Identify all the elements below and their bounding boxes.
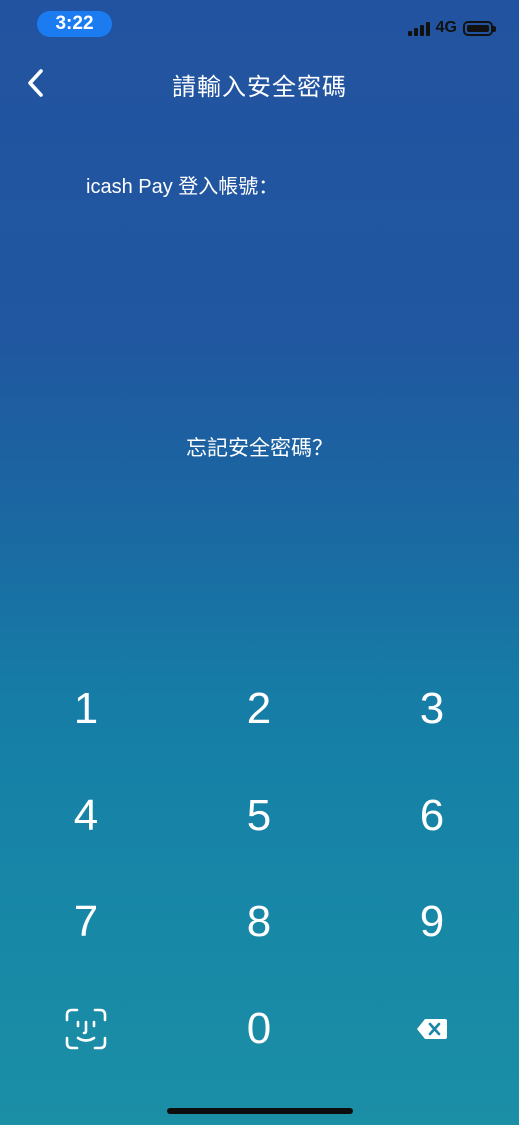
key-3[interactable]: 3 [362, 664, 502, 754]
key-7[interactable]: 7 [16, 877, 156, 967]
key-9[interactable]: 9 [362, 877, 502, 967]
backspace-icon [417, 1019, 447, 1039]
status-bar: 3:22 4G [0, 0, 519, 50]
page-title: 請輸入安全密碼 [172, 74, 347, 101]
key-1[interactable]: 1 [16, 664, 156, 754]
battery-icon [463, 20, 496, 36]
status-time: 3:22 [37, 11, 112, 37]
face-id-icon [65, 1008, 107, 1050]
network-type: 4G [435, 19, 457, 36]
account-label: icash Pay 登入帳號： [86, 176, 279, 198]
number-keypad: 1 2 3 4 5 6 7 8 9 0 [0, 655, 519, 1085]
home-indicator[interactable] [167, 1108, 353, 1114]
key-6[interactable]: 6 [362, 771, 502, 861]
key-4[interactable]: 4 [16, 771, 156, 861]
key-2[interactable]: 2 [189, 664, 329, 754]
status-icons: 4G [407, 18, 496, 38]
key-5[interactable]: 5 [189, 771, 329, 861]
signal-icon [407, 20, 430, 36]
nav-bar: 請輸入安全密碼 [0, 55, 519, 111]
face-id-button[interactable] [16, 984, 156, 1074]
key-8[interactable]: 8 [189, 877, 329, 967]
delete-button[interactable] [362, 984, 502, 1074]
forgot-password-link[interactable]: 忘記安全密碼？ [0, 432, 519, 462]
key-0[interactable]: 0 [189, 984, 329, 1074]
